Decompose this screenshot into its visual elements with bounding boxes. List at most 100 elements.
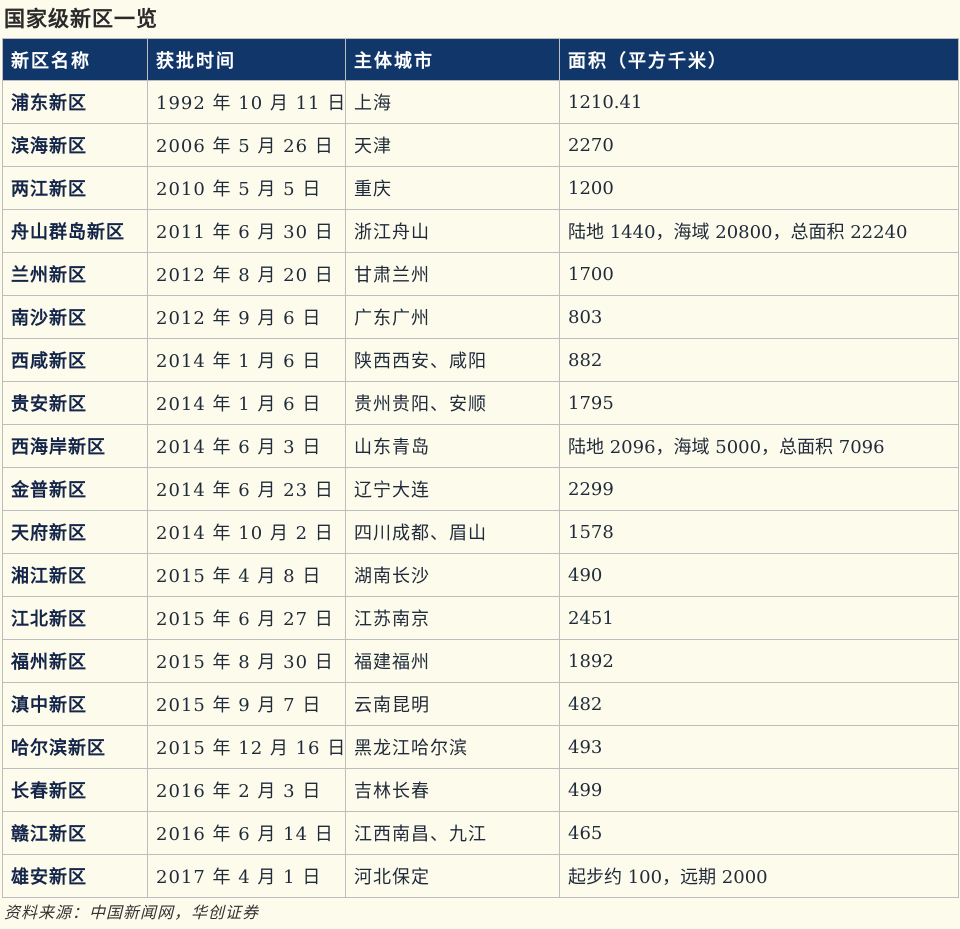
cell-approval-date: 2010 年 5 月 5 日 [147, 166, 346, 210]
cell-main-city: 山东青岛 [345, 424, 560, 468]
table-row: 金普新区 2014 年 6 月 23 日辽宁大连 2299 [2, 467, 959, 511]
cell-area: 1200 [559, 166, 959, 210]
table-title: 国家级新区一览 [4, 6, 158, 31]
cell-name: 贵安新区 [2, 381, 148, 425]
cell-area: 882 [559, 338, 959, 382]
table-row: 舟山群岛新区 2011 年 6 月 30 日浙江舟山 陆地 1440，海域 2080… [2, 209, 959, 253]
table-row: 江北新区 2015 年 6 月 27 日江苏南京 2451 [2, 596, 959, 640]
cell-area: 陆地 1440，海域 20800，总面积 22240 [559, 209, 959, 253]
cell-name: 天府新区 [2, 510, 148, 554]
cell-approval-date: 2014 年 1 月 6 日 [147, 381, 346, 425]
cell-main-city: 天津 [345, 123, 560, 167]
cell-approval-date: 2016 年 6 月 14 日 [147, 811, 346, 855]
table-row: 滇中新区 2015 年 9 月 7 日云南昆明 482 [2, 682, 959, 726]
cell-area: 2451 [559, 596, 959, 640]
cell-approval-date: 2015 年 6 月 27 日 [147, 596, 346, 640]
cell-approval-date: 2015 年 9 月 7 日 [147, 682, 346, 726]
source-note: 资料来源：中国新闻网，华创证券 [4, 903, 260, 922]
cell-approval-date: 2014 年 10 月 2 日 [147, 510, 346, 554]
cell-area: 465 [559, 811, 959, 855]
cell-name: 金普新区 [2, 467, 148, 511]
cell-main-city: 江西南昌、九江 [345, 811, 560, 855]
cell-name: 江北新区 [2, 596, 148, 640]
cell-name: 滨海新区 [2, 123, 148, 167]
new-areas-table: 新区名称 获批时间 主体城市 面积（平方千米） 浦东新区 1992 年 10 月 … [2, 38, 959, 898]
cell-name: 雄安新区 [2, 854, 148, 898]
column-header-name: 新区名称 [2, 38, 148, 81]
table-row: 湘江新区 2015 年 4 月 8 日湖南长沙 490 [2, 553, 959, 597]
cell-approval-date: 2012 年 9 月 6 日 [147, 295, 346, 339]
cell-main-city: 重庆 [345, 166, 560, 210]
cell-area: 2270 [559, 123, 959, 167]
cell-approval-date: 2015 年 8 月 30 日 [147, 639, 346, 683]
cell-name: 浦东新区 [2, 80, 148, 124]
table-row: 浦东新区 1992 年 10 月 11 日上海 1210.41 [2, 80, 959, 124]
cell-name: 福州新区 [2, 639, 148, 683]
cell-main-city: 吉林长春 [345, 768, 560, 812]
table-row: 天府新区 2014 年 10 月 2 日四川成都、眉山 1578 [2, 510, 959, 554]
cell-main-city: 贵州贵阳、安顺 [345, 381, 560, 425]
cell-area: 1795 [559, 381, 959, 425]
table-row: 南沙新区 2012 年 9 月 6 日广东广州 803 [2, 295, 959, 339]
cell-main-city: 陕西西安、咸阳 [345, 338, 560, 382]
column-header-area: 面积（平方千米） [559, 38, 959, 81]
cell-name: 赣江新区 [2, 811, 148, 855]
table-body: 浦东新区 1992 年 10 月 11 日上海 1210.41 滨海新区 2006 年 … [2, 80, 959, 898]
cell-name: 两江新区 [2, 166, 148, 210]
cell-name: 兰州新区 [2, 252, 148, 296]
cell-main-city: 黑龙江哈尔滨 [345, 725, 560, 769]
cell-approval-date: 2014 年 6 月 23 日 [147, 467, 346, 511]
cell-approval-date: 2006 年 5 月 26 日 [147, 123, 346, 167]
cell-area: 803 [559, 295, 959, 339]
cell-name: 哈尔滨新区 [2, 725, 148, 769]
cell-main-city: 江苏南京 [345, 596, 560, 640]
table-row: 雄安新区 2017 年 4 月 1 日河北保定 起步约 100，远期 2000 [2, 854, 959, 898]
table-row: 西咸新区 2014 年 1 月 6 日陕西西安、咸阳 882 [2, 338, 959, 382]
cell-main-city: 广东广州 [345, 295, 560, 339]
table-row: 滨海新区 2006 年 5 月 26 日天津 2270 [2, 123, 959, 167]
cell-main-city: 甘肃兰州 [345, 252, 560, 296]
cell-main-city: 河北保定 [345, 854, 560, 898]
cell-area: 起步约 100，远期 2000 [559, 854, 959, 898]
cell-name: 湘江新区 [2, 553, 148, 597]
cell-main-city: 上海 [345, 80, 560, 124]
cell-main-city: 湖南长沙 [345, 553, 560, 597]
cell-approval-date: 2016 年 2 月 3 日 [147, 768, 346, 812]
cell-main-city: 四川成都、眉山 [345, 510, 560, 554]
table-row: 两江新区 2010 年 5 月 5 日重庆 1200 [2, 166, 959, 210]
cell-approval-date: 2017 年 4 月 1 日 [147, 854, 346, 898]
column-header-main-city: 主体城市 [345, 38, 560, 81]
cell-approval-date: 2014 年 6 月 3 日 [147, 424, 346, 468]
cell-name: 西海岸新区 [2, 424, 148, 468]
table-row: 哈尔滨新区 2015 年 12 月 16 日黑龙江哈尔滨 493 [2, 725, 959, 769]
cell-name: 南沙新区 [2, 295, 148, 339]
cell-main-city: 福建福州 [345, 639, 560, 683]
cell-area: 1892 [559, 639, 959, 683]
table-row: 兰州新区 2012 年 8 月 20 日甘肃兰州 1700 [2, 252, 959, 296]
cell-approval-date: 2014 年 1 月 6 日 [147, 338, 346, 382]
cell-area: 490 [559, 553, 959, 597]
cell-name: 舟山群岛新区 [2, 209, 148, 253]
cell-area: 1578 [559, 510, 959, 554]
cell-approval-date: 2012 年 8 月 20 日 [147, 252, 346, 296]
table-row: 西海岸新区 2014 年 6 月 3 日山东青岛 陆地 2096，海域 5000，总… [2, 424, 959, 468]
cell-main-city: 浙江舟山 [345, 209, 560, 253]
cell-area: 陆地 2096，海域 5000，总面积 7096 [559, 424, 959, 468]
cell-main-city: 辽宁大连 [345, 467, 560, 511]
table-row: 长春新区 2016 年 2 月 3 日吉林长春 499 [2, 768, 959, 812]
table-row: 贵安新区 2014 年 1 月 6 日贵州贵阳、安顺 1795 [2, 381, 959, 425]
cell-main-city: 云南昆明 [345, 682, 560, 726]
header-row: 新区名称 获批时间 主体城市 面积（平方千米） [2, 38, 959, 81]
cell-area: 2299 [559, 467, 959, 511]
table-row: 福州新区 2015 年 8 月 30 日福建福州 1892 [2, 639, 959, 683]
column-header-approval-date: 获批时间 [147, 38, 346, 81]
cell-area: 499 [559, 768, 959, 812]
cell-approval-date: 2015 年 4 月 8 日 [147, 553, 346, 597]
cell-area: 1210.41 [559, 80, 959, 124]
cell-area: 482 [559, 682, 959, 726]
cell-name: 西咸新区 [2, 338, 148, 382]
cell-name: 长春新区 [2, 768, 148, 812]
cell-approval-date: 2011 年 6 月 30 日 [147, 209, 346, 253]
cell-area: 493 [559, 725, 959, 769]
cell-name: 滇中新区 [2, 682, 148, 726]
